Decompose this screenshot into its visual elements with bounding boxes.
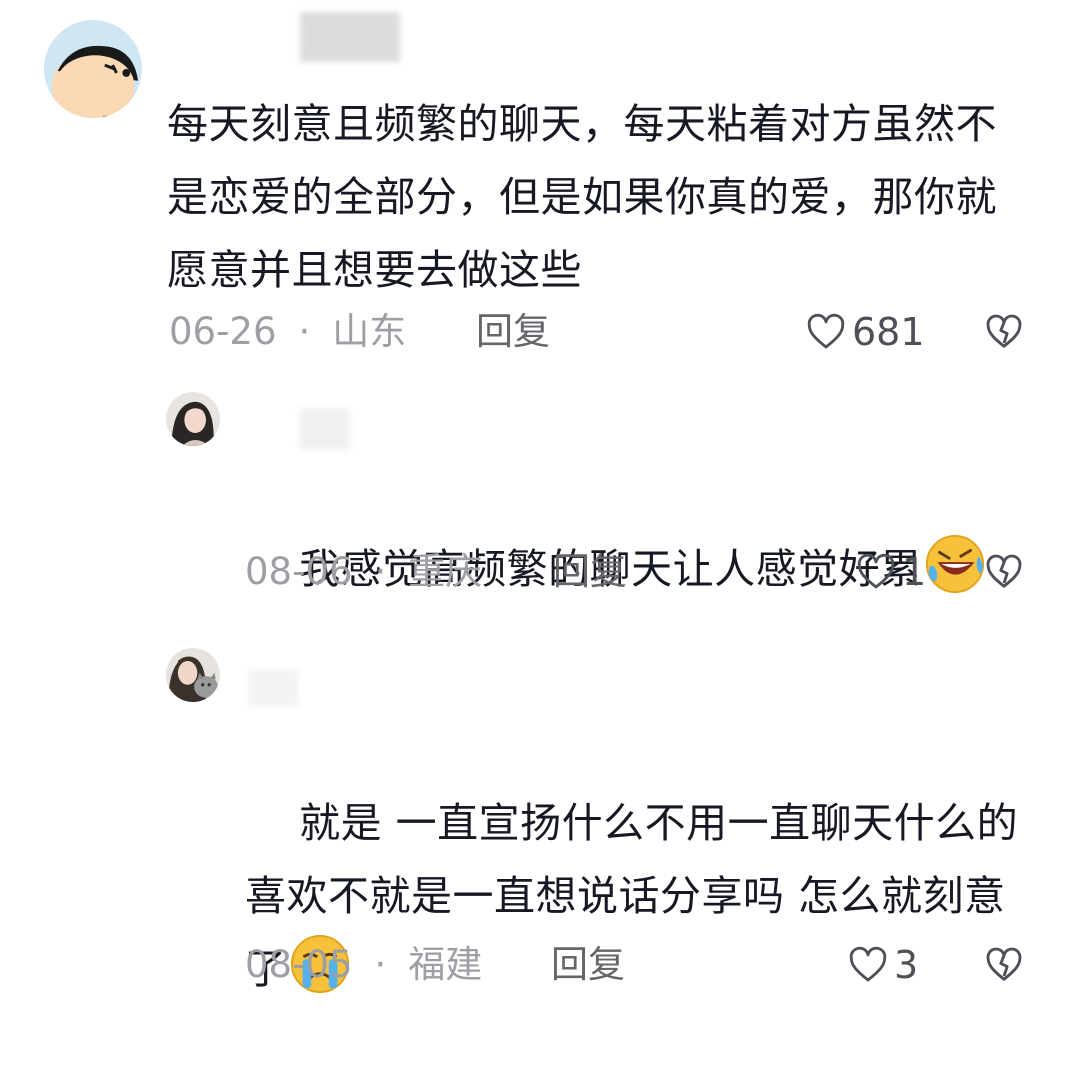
avatar[interactable] [166,392,220,446]
comment-item: 就是 一直宣扬什么不用一直聊天什么的 喜欢不就是一直想说话分享吗 怎么就刻意了 … [0,630,1080,1011]
comment-date: 08-05 [245,943,353,986]
dislike-icon[interactable] [985,553,1023,591]
comment-date: 06-26 [169,310,277,353]
dislike-icon[interactable] [985,946,1023,984]
dislike-icon[interactable] [985,313,1023,351]
rolling-laughing-emoji-icon [925,534,984,594]
like-count: 3 [894,943,919,987]
like-button[interactable]: 681 [806,310,925,354]
woman-photo-avatar-icon [166,392,220,446]
separator-dot: · [298,310,311,353]
reply-button[interactable]: 回复 [476,310,550,354]
like-button[interactable]: 1 [856,550,926,594]
comment-location: 山东 [332,310,407,353]
comment-text: 就是 一直宣扬什么不用一直聊天什么的 喜欢不就是一直想说话分享吗 怎么就刻意了 [245,714,1045,1079]
woman-with-cat-avatar-icon [166,648,220,702]
heart-icon [849,946,887,982]
heart-icon [857,553,895,589]
comment-date: 08-06 [245,550,353,593]
reply-button[interactable]: 回复 [551,943,625,987]
comment-location: 福建 [408,943,483,986]
comment-item: 我感觉高频繁的聊天让人感觉好累 08-06 · 重庆 回复 1 [0,380,1080,630]
comment-text: 每天刻意且频繁的聊天，每天粘着对方虽然不是恋爱的全部分，但是如果你真的爱，那你就… [167,100,997,294]
cartoon-boy-avatar-icon [44,20,142,118]
comment-meta: 06-26 · 山东 [169,310,406,354]
avatar[interactable] [166,648,220,702]
comment-item: 每天刻意且频繁的聊天，每天粘着对方虽然不是恋爱的全部分，但是如果你真的爱，那你就… [0,0,1080,380]
comment-meta: 08-06 · 重庆 [245,550,482,594]
separator-dot: · [374,943,387,986]
separator-dot: · [374,550,387,593]
username[interactable] [248,670,298,706]
comment-meta: 08-05 · 福建 [245,943,482,987]
comment-location: 重庆 [408,550,483,593]
like-button[interactable]: 3 [848,943,918,987]
heart-icon [807,313,845,349]
like-count: 1 [902,550,927,594]
username[interactable] [300,12,400,62]
like-count: 681 [852,310,925,354]
avatar[interactable] [44,20,142,118]
reply-button[interactable]: 回复 [553,550,627,594]
username[interactable] [300,408,350,450]
